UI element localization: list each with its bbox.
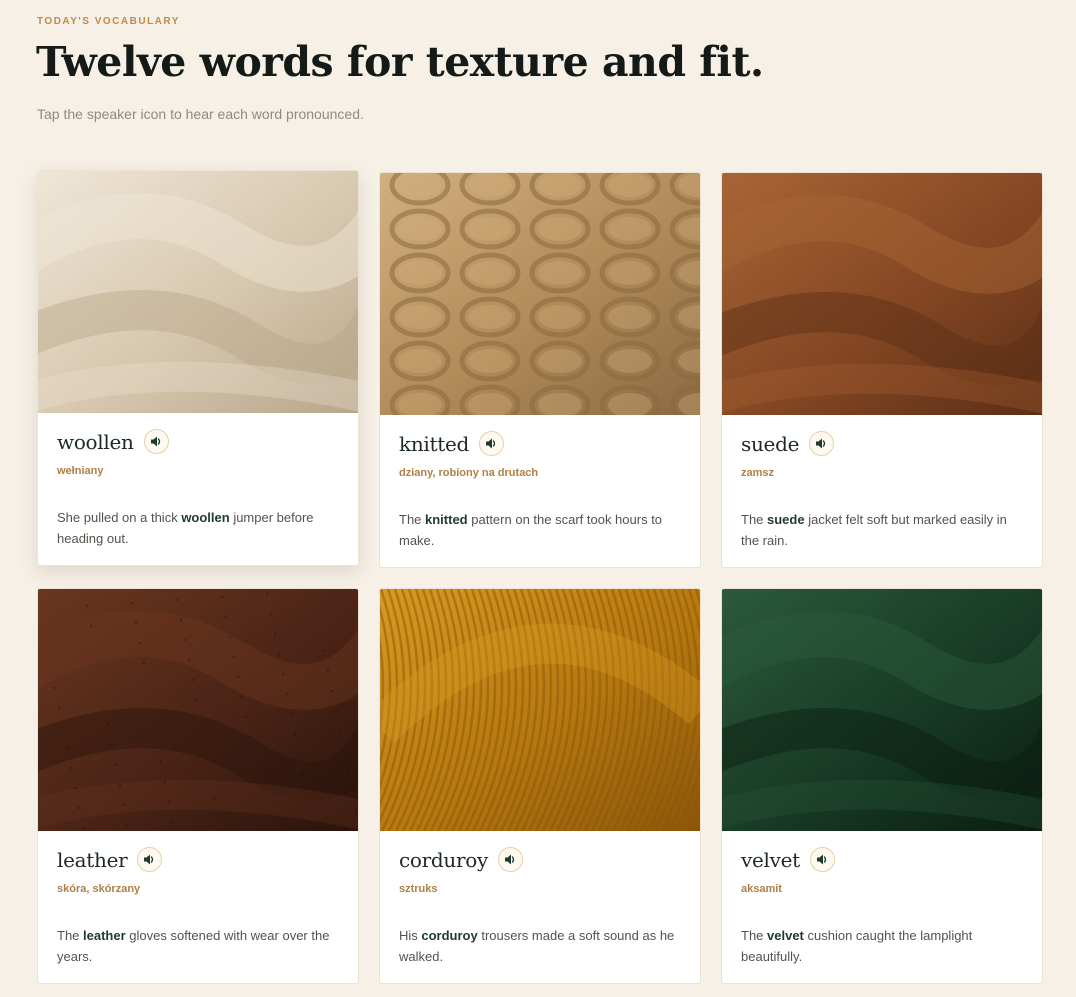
- translation-label: aksamit: [741, 883, 782, 895]
- sentence-highlight: corduroy: [421, 928, 478, 943]
- vocab-card-knitted: knitted dziany, robiony na drutach The k…: [379, 172, 701, 568]
- word-row: velvet: [741, 847, 835, 872]
- speaker-button[interactable]: [143, 429, 169, 454]
- speaker-button[interactable]: [137, 847, 163, 872]
- speaker-icon: [816, 438, 826, 449]
- speaker-icon: [505, 854, 515, 865]
- word-row: suede: [741, 431, 835, 456]
- fabric-photo: [380, 589, 700, 831]
- fabric-photo: [722, 589, 1042, 831]
- sentence-text-before: She pulled on a thick: [57, 510, 182, 525]
- speaker-icon: [816, 854, 827, 865]
- translation-label: zamsz: [741, 467, 775, 479]
- example-sentence: His corduroy trousers made a soft sound …: [399, 925, 683, 967]
- fabric-photo: [38, 589, 358, 831]
- example-sentence: The suede jacket felt soft but marked ea…: [741, 509, 1025, 551]
- speaker-icon: [144, 854, 154, 865]
- sentence-highlight: suede: [767, 512, 805, 527]
- vocab-card-velvet: velvet aksamit The velvet cushion caught…: [721, 588, 1043, 984]
- fabric-photo: [722, 173, 1042, 415]
- translation-label: dziany, robiony na drutach: [399, 467, 539, 479]
- sentence-highlight: leather: [83, 928, 126, 943]
- word-row: woollen: [57, 429, 169, 454]
- vocab-word: woollen: [57, 429, 134, 454]
- speaker-icon: [150, 436, 160, 447]
- sentence-highlight: velvet: [767, 928, 804, 943]
- example-sentence: The velvet cushion caught the lamplight …: [741, 925, 1025, 967]
- vocab-card-corduroy: corduroy sztruks His corduroy trousers m…: [379, 588, 701, 984]
- sentence-text-before: The: [741, 512, 768, 527]
- vocab-word: suede: [741, 431, 800, 456]
- sentence-text-before: The: [741, 928, 768, 943]
- cream-wool-texture: [38, 171, 358, 413]
- word-row: knitted: [399, 431, 505, 456]
- example-sentence: She pulled on a thick woollen jumper bef…: [57, 507, 341, 549]
- speaker-button[interactable]: [809, 847, 835, 872]
- sentence-highlight: knitted: [425, 512, 468, 527]
- brown-suede-texture: [722, 173, 1042, 415]
- sentence-text-before: The: [57, 928, 84, 943]
- vocab-card-suede: suede zamsz The suede jacket felt soft b…: [721, 172, 1043, 568]
- speaker-icon: [486, 438, 496, 449]
- translation-label: wełniany: [57, 465, 104, 477]
- vocab-word: corduroy: [399, 847, 488, 872]
- word-row: corduroy: [399, 847, 523, 872]
- example-sentence: The knitted pattern on the scarf took ho…: [399, 509, 683, 551]
- sentence-text-before: His: [399, 928, 422, 943]
- mustard-corduroy-texture: [380, 589, 700, 831]
- sentence-highlight: woollen: [181, 510, 230, 525]
- example-sentence: The leather gloves softened with wear ov…: [57, 925, 341, 967]
- vocab-card-leather: leather skóra, skórzany The leather glov…: [37, 588, 359, 984]
- vocab-word: leather: [57, 847, 128, 872]
- vocab-word: knitted: [399, 431, 470, 456]
- fabric-photo: [38, 171, 358, 413]
- fabric-photo: [380, 173, 700, 415]
- speaker-button[interactable]: [809, 431, 835, 456]
- speaker-button[interactable]: [479, 431, 505, 456]
- eyebrow-label: TODAY'S VOCABULARY: [37, 16, 180, 27]
- translation-label: skóra, skórzany: [57, 883, 141, 895]
- speaker-button[interactable]: [498, 847, 523, 872]
- word-row: leather: [57, 847, 163, 872]
- dark-leather-texture: [38, 589, 358, 831]
- vocab-card-woollen: woollen wełniany She pulled on a thick w…: [37, 170, 359, 566]
- green-velvet-texture: [722, 589, 1042, 831]
- page-title: Twelve words for texture and fit.: [36, 38, 764, 86]
- vocab-word: velvet: [741, 847, 800, 872]
- sentence-text-before: The: [399, 512, 426, 527]
- translation-label: sztruks: [399, 883, 438, 895]
- page-subtitle: Tap the speaker icon to hear each word p…: [37, 106, 364, 122]
- cable-knit-texture: [380, 173, 700, 415]
